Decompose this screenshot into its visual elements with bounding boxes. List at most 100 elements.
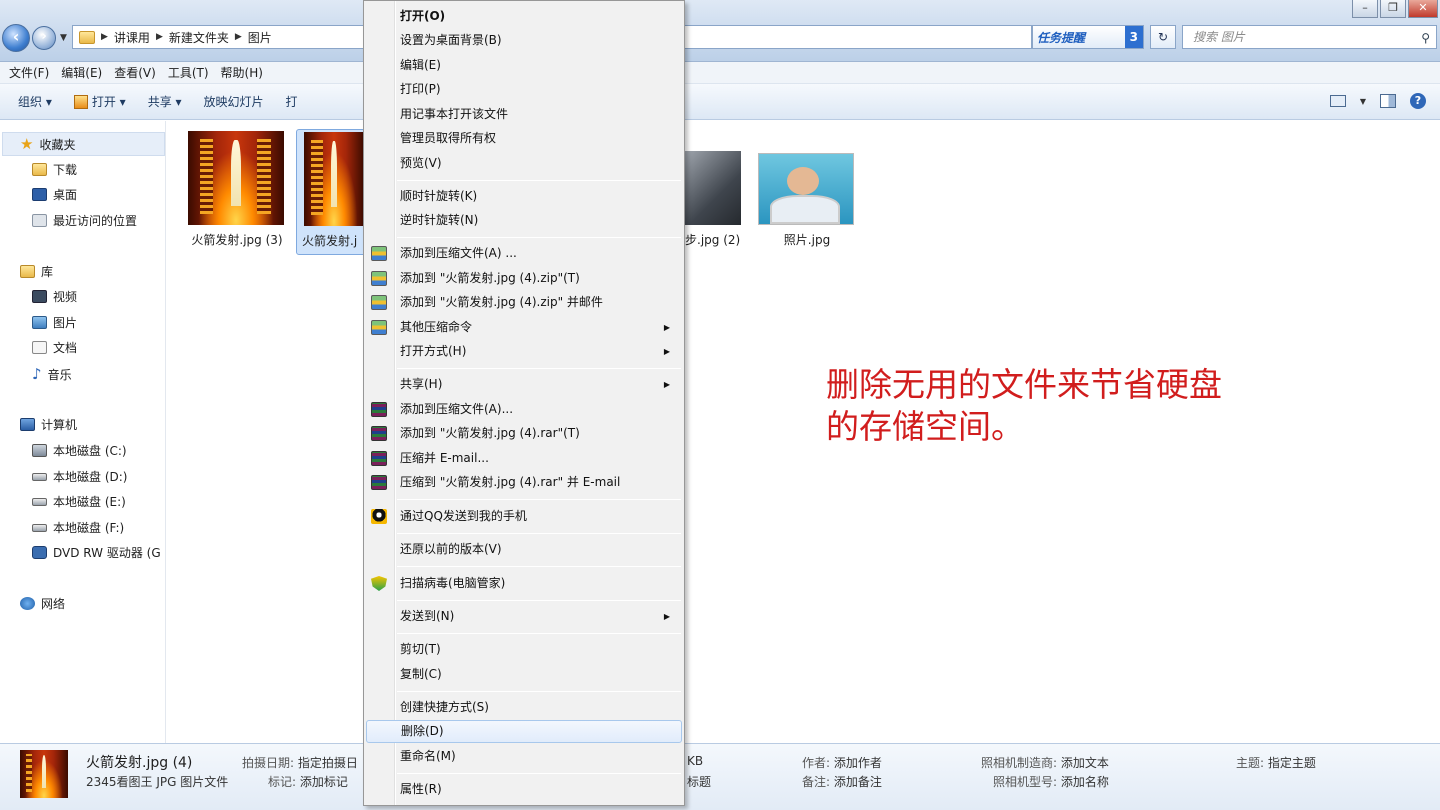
nav-drive-e[interactable]: 本地磁盘 (E:) bbox=[32, 493, 126, 510]
organize-button[interactable]: 组织 ▾ bbox=[18, 93, 52, 110]
view-dropdown-icon[interactable]: ▼ bbox=[1360, 97, 1366, 106]
menu-item-preview[interactable]: 预览(V) bbox=[366, 152, 682, 175]
nav-pictures[interactable]: 图片 bbox=[32, 314, 77, 331]
drive-icon bbox=[32, 497, 47, 506]
menu-separator bbox=[397, 566, 681, 567]
forward-button[interactable]: › bbox=[32, 26, 56, 50]
nav-favorites[interactable]: ★ 收藏夹 bbox=[20, 135, 75, 153]
detail-value[interactable]: 添加名称 bbox=[1061, 775, 1109, 789]
menu-item-print[interactable]: 打印(P) bbox=[366, 78, 682, 101]
nav-music[interactable]: ♪ 音乐 bbox=[32, 365, 72, 383]
breadcrumb-item[interactable]: 讲课用 bbox=[114, 29, 150, 46]
menu-item-rotate-clockwise[interactable]: 顺时针旋转(K) bbox=[366, 185, 682, 208]
menu-item-open-with[interactable]: 打开方式(H) ▶ bbox=[366, 340, 682, 363]
nav-documents[interactable]: 文档 bbox=[32, 339, 77, 356]
nav-desktop[interactable]: 桌面 bbox=[32, 186, 77, 203]
menu-item-add-to-zip[interactable]: 添加到压缩文件(A) ... bbox=[366, 242, 682, 265]
search-icon[interactable]: ⚲ bbox=[1421, 27, 1430, 49]
nav-recent-places[interactable]: 最近访问的位置 bbox=[32, 212, 137, 229]
task-reminder-button[interactable]: 任务提醒 3 bbox=[1032, 25, 1144, 49]
menu-edit[interactable]: 编辑(E) bbox=[61, 64, 102, 81]
close-button[interactable]: ✕ bbox=[1408, 0, 1438, 18]
file-item[interactable]: 步.jpg (2) bbox=[685, 151, 745, 255]
file-item[interactable]: 火箭发射.jpg (3) bbox=[181, 129, 301, 255]
menu-item-share[interactable]: 共享(H) ▶ bbox=[366, 373, 682, 396]
breadcrumb-item[interactable]: 新建文件夹 bbox=[169, 29, 229, 46]
search-input[interactable]: 搜索 图片 ⚲ bbox=[1182, 25, 1437, 49]
menu-item-cut[interactable]: 剪切(T) bbox=[366, 638, 682, 661]
detail-value[interactable]: 添加文本 bbox=[1061, 756, 1109, 770]
menu-item-scan-virus[interactable]: 扫描病毒(电脑管家) bbox=[366, 572, 682, 595]
nav-drive-c[interactable]: 本地磁盘 (C:) bbox=[32, 442, 127, 459]
nav-label: 本地磁盘 (F:) bbox=[53, 521, 125, 535]
menu-help[interactable]: 帮助(H) bbox=[221, 64, 263, 81]
menu-item-compress-email[interactable]: 压缩并 E-mail... bbox=[366, 447, 682, 470]
minimize-button[interactable]: – bbox=[1352, 0, 1378, 18]
menu-tools[interactable]: 工具(T) bbox=[168, 64, 209, 81]
restore-button[interactable]: ❐ bbox=[1380, 0, 1406, 18]
video-icon bbox=[32, 290, 47, 303]
preview-pane-icon[interactable] bbox=[1380, 94, 1396, 108]
detail-value[interactable]: 指定主题 bbox=[1268, 756, 1316, 770]
menu-item-other-compress[interactable]: 其他压缩命令 ▶ bbox=[366, 316, 682, 339]
recent-pages-dropdown-icon[interactable]: ▼ bbox=[60, 33, 67, 43]
breadcrumb-separator-icon[interactable]: ▶ bbox=[156, 32, 163, 42]
menu-item-compress-rar-email[interactable]: 压缩到 "火箭发射.jpg (4).rar" 并 E-mail bbox=[366, 471, 682, 494]
nav-downloads[interactable]: 下载 bbox=[32, 161, 77, 178]
share-button[interactable]: 共享 ▾ bbox=[148, 93, 182, 110]
file-list[interactable]: 火箭发射.jpg (3) 火箭发射.j 步.jpg (2) 照片.jpg bbox=[167, 121, 1440, 743]
breadcrumb-separator-icon[interactable]: ▶ bbox=[101, 32, 108, 42]
menu-item-create-shortcut[interactable]: 创建快捷方式(S) bbox=[366, 696, 682, 719]
menu-item-send-via-qq[interactable]: 通过QQ发送到我的手机 bbox=[366, 505, 682, 528]
detail-value[interactable]: 指定拍摄日 bbox=[298, 756, 358, 770]
menu-item-label: 添加到 "火箭发射.jpg (4).zip" 并邮件 bbox=[400, 295, 603, 309]
menu-item-zip-and-email[interactable]: 添加到 "火箭发射.jpg (4).zip" 并邮件 bbox=[366, 291, 682, 314]
detail-label: 作者: bbox=[802, 756, 831, 770]
details-title[interactable]: 标题 bbox=[687, 773, 711, 790]
help-icon[interactable]: ? bbox=[1410, 93, 1426, 109]
menu-item-add-to-rar[interactable]: 添加到压缩文件(A)... bbox=[366, 398, 682, 421]
menu-item-label: 压缩并 E-mail... bbox=[400, 451, 489, 465]
menu-item-take-ownership[interactable]: 管理员取得所有权 bbox=[366, 127, 682, 150]
menu-item-restore-previous[interactable]: 还原以前的版本(V) bbox=[366, 538, 682, 561]
detail-value[interactable]: 添加标记 bbox=[300, 775, 348, 789]
file-item[interactable]: 照片.jpg bbox=[747, 151, 867, 255]
menu-item-label: 添加到 "火箭发射.jpg (4).zip"(T) bbox=[400, 271, 580, 285]
print-button[interactable]: 打 bbox=[286, 93, 298, 110]
menu-item-edit[interactable]: 编辑(E) bbox=[366, 54, 682, 77]
menu-item-open-notepad[interactable]: 用记事本打开该文件 bbox=[366, 103, 682, 126]
nav-libraries[interactable]: 库 bbox=[20, 263, 53, 280]
detail-value[interactable]: 添加备注 bbox=[834, 775, 882, 789]
nav-computer[interactable]: 计算机 bbox=[20, 416, 77, 433]
menu-item-label: 其他压缩命令 bbox=[400, 320, 473, 334]
nav-network[interactable]: 网络 bbox=[20, 595, 65, 612]
nav-drive-d[interactable]: 本地磁盘 (D:) bbox=[32, 468, 127, 485]
menu-item-rotate-counterclockwise[interactable]: 逆时针旋转(N) bbox=[366, 209, 682, 232]
file-item-selected[interactable]: 火箭发射.j bbox=[296, 129, 366, 255]
menu-view[interactable]: 查看(V) bbox=[114, 64, 156, 81]
menu-separator bbox=[397, 600, 681, 601]
refresh-button[interactable]: ↻ bbox=[1150, 25, 1176, 49]
slideshow-button[interactable]: 放映幻灯片 bbox=[204, 93, 264, 110]
menu-item-rename[interactable]: 重命名(M) bbox=[366, 745, 682, 768]
nav-videos[interactable]: 视频 bbox=[32, 288, 77, 305]
breadcrumb-item[interactable]: 图片 bbox=[248, 29, 272, 46]
documents-icon bbox=[32, 341, 47, 354]
back-button[interactable]: ‹ bbox=[2, 24, 30, 52]
detail-value[interactable]: 添加作者 bbox=[834, 756, 882, 770]
change-view-icon[interactable] bbox=[1329, 95, 1346, 107]
menu-item-copy[interactable]: 复制(C) bbox=[366, 663, 682, 686]
menu-item-open[interactable]: 打开(O) bbox=[366, 5, 682, 28]
menu-separator bbox=[397, 633, 681, 634]
menu-item-set-wallpaper[interactable]: 设置为桌面背景(B) bbox=[366, 29, 682, 52]
nav-drive-f[interactable]: 本地磁盘 (F:) bbox=[32, 519, 124, 536]
menu-item-send-to[interactable]: 发送到(N) ▶ bbox=[366, 605, 682, 628]
open-button[interactable]: 打开 ▾ bbox=[73, 93, 126, 110]
menu-file[interactable]: 文件(F) bbox=[9, 64, 49, 81]
menu-item-add-to-named-zip[interactable]: 添加到 "火箭发射.jpg (4).zip"(T) bbox=[366, 267, 682, 290]
menu-item-properties[interactable]: 属性(R) bbox=[366, 778, 682, 801]
menu-item-delete[interactable]: 删除(D) bbox=[366, 720, 682, 743]
nav-dvd-drive[interactable]: DVD RW 驱动器 (G bbox=[32, 544, 161, 561]
menu-item-add-to-named-rar[interactable]: 添加到 "火箭发射.jpg (4).rar"(T) bbox=[366, 422, 682, 445]
breadcrumb-separator-icon[interactable]: ▶ bbox=[235, 32, 242, 42]
